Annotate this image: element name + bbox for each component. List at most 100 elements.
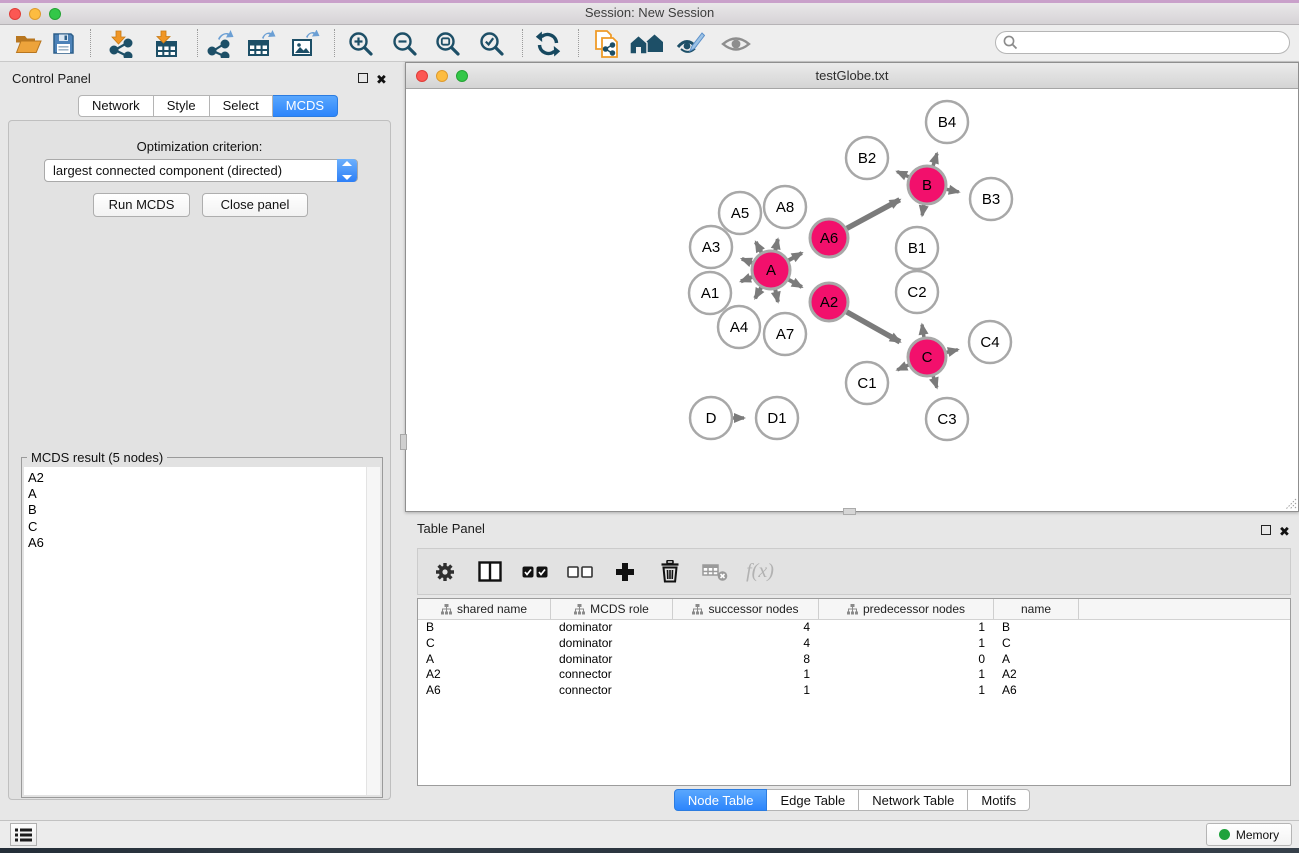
table-cell[interactable]: 1 xyxy=(819,667,994,683)
mcds-result-list[interactable]: A2ABCA6 xyxy=(24,467,366,795)
open-file-icon[interactable] xyxy=(10,28,46,59)
zoom-selected-icon[interactable] xyxy=(474,28,510,59)
refresh-icon[interactable] xyxy=(530,28,566,59)
table-cell[interactable]: 1 xyxy=(819,620,994,636)
export-network-icon[interactable] xyxy=(202,28,238,59)
table-cell[interactable]: 4 xyxy=(673,636,819,652)
tab-network[interactable]: Network xyxy=(78,95,154,117)
table-close-icon[interactable]: ✖ xyxy=(1279,527,1290,537)
table-cell[interactable]: A2 xyxy=(418,667,551,683)
split-columns-icon[interactable] xyxy=(475,561,505,582)
graph-node-B2[interactable]: B2 xyxy=(846,137,888,179)
zoom-fit-icon[interactable] xyxy=(430,28,466,59)
graph-node-A2[interactable]: A2 xyxy=(810,283,848,321)
close-panel-icon[interactable]: ✖ xyxy=(376,75,387,85)
resize-grip-icon[interactable] xyxy=(1284,497,1297,510)
graph-node-C2[interactable]: C2 xyxy=(896,271,938,313)
graph-edge-C-C3[interactable] xyxy=(933,376,937,388)
table-cell[interactable]: 4 xyxy=(673,620,819,636)
graph-node-A1[interactable]: A1 xyxy=(689,272,731,314)
delete-columns-trash-icon[interactable] xyxy=(655,560,685,583)
tab-select[interactable]: Select xyxy=(210,95,273,117)
select-all-checkboxes-icon[interactable] xyxy=(520,566,550,578)
table-cell[interactable]: 1 xyxy=(673,683,819,699)
column-header-name[interactable]: name xyxy=(994,599,1079,619)
graph-node-D1[interactable]: D1 xyxy=(756,397,798,439)
graph-node-C3[interactable]: C3 xyxy=(926,398,968,440)
column-header-shared-name[interactable]: shared name xyxy=(418,599,551,619)
duplicate-network-icon[interactable] xyxy=(589,28,625,59)
import-table-icon[interactable] xyxy=(148,28,184,59)
table-cell[interactable]: A6 xyxy=(994,683,1079,699)
zoom-out-icon[interactable] xyxy=(387,28,423,59)
tab-edge-table[interactable]: Edge Table xyxy=(767,789,859,811)
table-cell[interactable]: C xyxy=(994,636,1079,652)
graph-edge-A-A5[interactable] xyxy=(756,242,762,252)
tab-motifs[interactable]: Motifs xyxy=(968,789,1030,811)
graph-node-D[interactable]: D xyxy=(690,397,732,439)
graph-node-A3[interactable]: A3 xyxy=(690,226,732,268)
mcds-result-item[interactable]: C xyxy=(28,519,366,535)
graph-edge-A-A3[interactable] xyxy=(742,259,753,263)
graph-edge-C-C2[interactable] xyxy=(922,325,924,338)
graph-edge-A-A2[interactable] xyxy=(789,280,802,287)
table-cell[interactable]: B xyxy=(418,620,551,636)
export-image-icon[interactable] xyxy=(287,28,323,59)
graph-node-B4[interactable]: B4 xyxy=(926,101,968,143)
tab-node-table[interactable]: Node Table xyxy=(674,789,768,811)
table-row[interactable]: Adominator80A xyxy=(418,652,1290,668)
tab-mcds[interactable]: MCDS xyxy=(273,95,338,117)
add-column-icon[interactable] xyxy=(610,562,640,582)
criterion-dropdown[interactable]: largest connected component (directed) xyxy=(44,159,358,182)
panel-collapse-handle[interactable] xyxy=(400,434,407,450)
mcds-result-item[interactable]: B xyxy=(28,502,366,518)
table-cell[interactable]: 1 xyxy=(819,683,994,699)
table-row[interactable]: A2connector11A2 xyxy=(418,667,1290,683)
search-input[interactable] xyxy=(995,31,1290,54)
run-mcds-button[interactable]: Run MCDS xyxy=(93,193,190,217)
graph-node-A6[interactable]: A6 xyxy=(810,219,848,257)
mcds-result-item[interactable]: A6 xyxy=(28,535,366,551)
graph-edge-C-C1[interactable] xyxy=(897,365,908,370)
graph-edge-A-A7[interactable] xyxy=(775,290,778,302)
graph-node-B3[interactable]: B3 xyxy=(970,178,1012,220)
hide-selection-icon[interactable] xyxy=(672,28,708,59)
table-row[interactable]: Bdominator41B xyxy=(418,620,1290,636)
table-cell[interactable]: A xyxy=(418,652,551,668)
table-row[interactable]: Cdominator41C xyxy=(418,636,1290,652)
graph-edge-B-B3[interactable] xyxy=(947,189,959,192)
graph-node-C[interactable]: C xyxy=(908,338,946,376)
table-float-button[interactable] xyxy=(1261,525,1271,535)
table-cell[interactable]: A2 xyxy=(994,667,1079,683)
show-all-icon[interactable] xyxy=(718,28,754,59)
memory-button[interactable]: Memory xyxy=(1206,823,1292,846)
column-header-predecessor-nodes[interactable]: predecessor nodes xyxy=(819,599,994,619)
column-header-MCDS-role[interactable]: MCDS role xyxy=(551,599,673,619)
table-cell[interactable]: A xyxy=(994,652,1079,668)
graph-node-B[interactable]: B xyxy=(908,166,946,204)
network-window-titlebar[interactable]: testGlobe.txt xyxy=(406,63,1298,89)
graph-edge-B-B2[interactable] xyxy=(897,172,909,177)
mcds-result-scrollbar[interactable] xyxy=(366,467,380,795)
table-settings-gear-icon[interactable] xyxy=(430,561,460,583)
graph-edge-A6-B[interactable] xyxy=(847,200,900,229)
node-attribute-table[interactable]: shared nameMCDS rolesuccessor nodesprede… xyxy=(417,598,1291,786)
graph-edge-B-B1[interactable] xyxy=(922,205,924,216)
task-history-button[interactable] xyxy=(10,823,37,846)
tab-style[interactable]: Style xyxy=(154,95,210,117)
graph-node-C1[interactable]: C1 xyxy=(846,362,888,404)
graph-edge-A-A4[interactable] xyxy=(755,287,761,298)
close-panel-button[interactable]: Close panel xyxy=(202,193,308,217)
graph-edge-B-B4[interactable] xyxy=(933,153,937,165)
table-cell[interactable]: C xyxy=(418,636,551,652)
table-cell[interactable]: 1 xyxy=(673,667,819,683)
mcds-result-item[interactable]: A xyxy=(28,486,366,502)
table-cell[interactable]: connector xyxy=(551,667,673,683)
table-cell[interactable]: A6 xyxy=(418,683,551,699)
unselect-all-checkboxes-icon[interactable] xyxy=(565,566,595,578)
mcds-result-item[interactable]: A2 xyxy=(28,470,366,486)
graph-node-A7[interactable]: A7 xyxy=(764,313,806,355)
table-cell[interactable]: 1 xyxy=(819,636,994,652)
column-header-successor-nodes[interactable]: successor nodes xyxy=(673,599,819,619)
graph-node-A[interactable]: A xyxy=(752,251,790,289)
